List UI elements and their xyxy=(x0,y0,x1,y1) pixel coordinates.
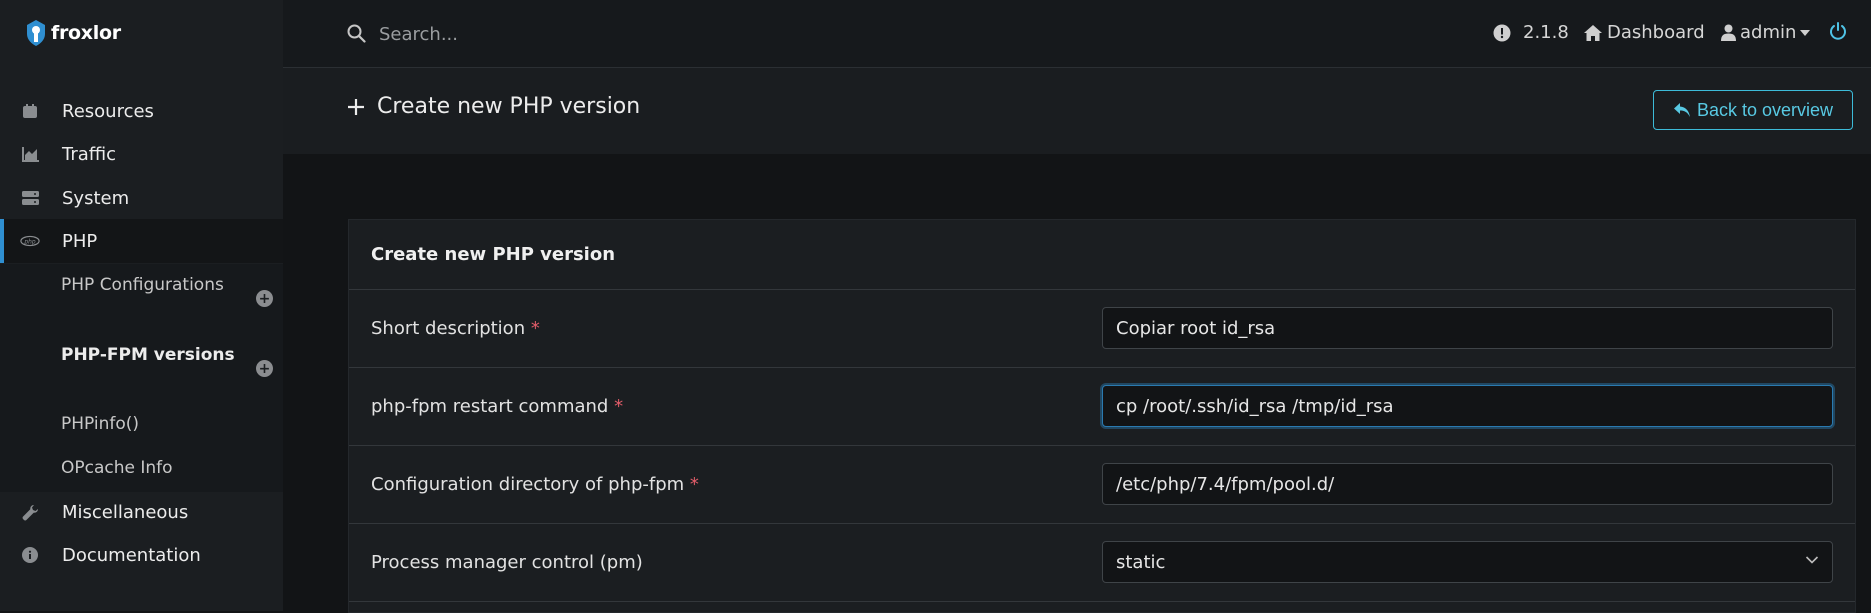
reply-arrow-icon xyxy=(1673,103,1690,117)
field-label-text: Configuration directory of php-fpm xyxy=(371,474,685,495)
sidebar-item-traffic[interactable]: Traffic xyxy=(0,132,283,176)
field-label: Short description * xyxy=(371,318,540,339)
sidebar-item-miscellaneous[interactable]: Miscellaneous xyxy=(0,490,283,534)
short-description-input[interactable] xyxy=(1102,307,1833,349)
svg-text:php: php xyxy=(23,239,35,245)
field-label-text: Short description xyxy=(371,318,526,339)
sidebar-subitem-php-fpm-versions[interactable]: PHP-FPM versions xyxy=(61,342,261,368)
user-menu[interactable]: admin xyxy=(1721,22,1811,43)
page-title-text: Create new PHP version xyxy=(377,94,641,119)
sidebar-item-system[interactable]: System xyxy=(0,176,283,220)
sidebar-item-label: System xyxy=(62,187,130,209)
field-label: php-fpm restart command * xyxy=(371,396,623,417)
config-directory-input[interactable] xyxy=(1102,463,1833,505)
logo-text: froxlor xyxy=(51,22,121,44)
alert-circle-icon xyxy=(1493,24,1511,41)
add-php-fpm-version-icon[interactable]: + xyxy=(256,360,273,377)
process-manager-value: static xyxy=(1102,541,1833,583)
topbar: 2.1.8 Dashboard admin xyxy=(283,0,1871,68)
sidebar-subitem-php-configurations[interactable]: PHP Configurations xyxy=(61,272,261,298)
search-icon xyxy=(347,24,366,47)
required-marker: * xyxy=(614,396,624,417)
required-marker: * xyxy=(530,318,540,339)
field-label: Process manager control (pm) xyxy=(371,552,643,573)
sidebar-subitem-phpinfo[interactable]: PHPinfo() xyxy=(61,411,261,437)
sidebar-item-label: Resources xyxy=(62,100,154,122)
add-php-configuration-icon[interactable]: + xyxy=(256,290,273,307)
page-title: Create new PHP version xyxy=(347,94,640,119)
froxlor-logo[interactable]: froxlor xyxy=(25,18,121,48)
sidebar-item-php[interactable]: php PHP xyxy=(0,219,283,263)
php-icon: php xyxy=(20,231,40,251)
form-row-config-directory: Configuration directory of php-fpm * xyxy=(349,446,1855,524)
power-icon xyxy=(1830,22,1846,40)
user-icon xyxy=(1721,24,1736,41)
back-to-overview-label: Back to overview xyxy=(1696,99,1834,120)
field-label: Configuration directory of php-fpm * xyxy=(371,474,699,495)
resources-icon xyxy=(20,101,40,121)
sidebar-item-label: PHP xyxy=(62,230,98,252)
version-text: 2.1.8 xyxy=(1523,22,1569,43)
back-to-overview-button[interactable]: Back to overview xyxy=(1653,90,1853,130)
search-input[interactable] xyxy=(377,18,981,50)
wrench-icon xyxy=(20,502,40,522)
home-icon xyxy=(1584,24,1602,41)
dashboard-label: Dashboard xyxy=(1607,22,1705,43)
froxlor-logo-icon xyxy=(27,20,45,46)
sidebar-item-label: Traffic xyxy=(62,143,117,165)
chevron-down-icon xyxy=(1805,556,1819,564)
field-label-text: php-fpm restart command xyxy=(371,396,609,417)
version-badge[interactable]: 2.1.8 xyxy=(1493,22,1569,43)
page-header: Create new PHP version Back to overview xyxy=(283,68,1871,154)
restart-command-input[interactable] xyxy=(1102,385,1833,427)
field-label-text: Process manager control (pm) xyxy=(371,552,643,573)
form-row-restart-command: php-fpm restart command * xyxy=(349,368,1855,446)
card-title: Create new PHP version xyxy=(349,220,1855,290)
process-manager-select[interactable]: static xyxy=(1102,541,1833,583)
form-row-process-manager: Process manager control (pm) static xyxy=(349,524,1855,602)
plus-icon xyxy=(348,98,364,115)
area-chart-icon xyxy=(20,144,40,164)
sidebar-item-label: Miscellaneous xyxy=(62,501,189,523)
user-label: admin xyxy=(1740,22,1797,43)
logout-button[interactable] xyxy=(1829,22,1847,40)
sidebar-item-label: Documentation xyxy=(62,544,201,566)
dashboard-link[interactable]: Dashboard xyxy=(1583,22,1705,43)
caret-down-icon xyxy=(1800,29,1811,36)
form-card: Create new PHP version Short description… xyxy=(348,219,1856,613)
form-row-short-description: Short description * xyxy=(349,290,1855,368)
sidebar-item-documentation[interactable]: Documentation xyxy=(0,533,283,577)
info-icon xyxy=(20,545,40,565)
server-icon xyxy=(20,188,40,208)
sidebar-subitem-opcache-info[interactable]: OPcache Info xyxy=(61,455,261,481)
sidebar-item-resources[interactable]: Resources xyxy=(0,89,283,133)
required-marker: * xyxy=(689,474,699,495)
sidebar: froxlor Resources Traffic System php PHP… xyxy=(0,0,283,611)
